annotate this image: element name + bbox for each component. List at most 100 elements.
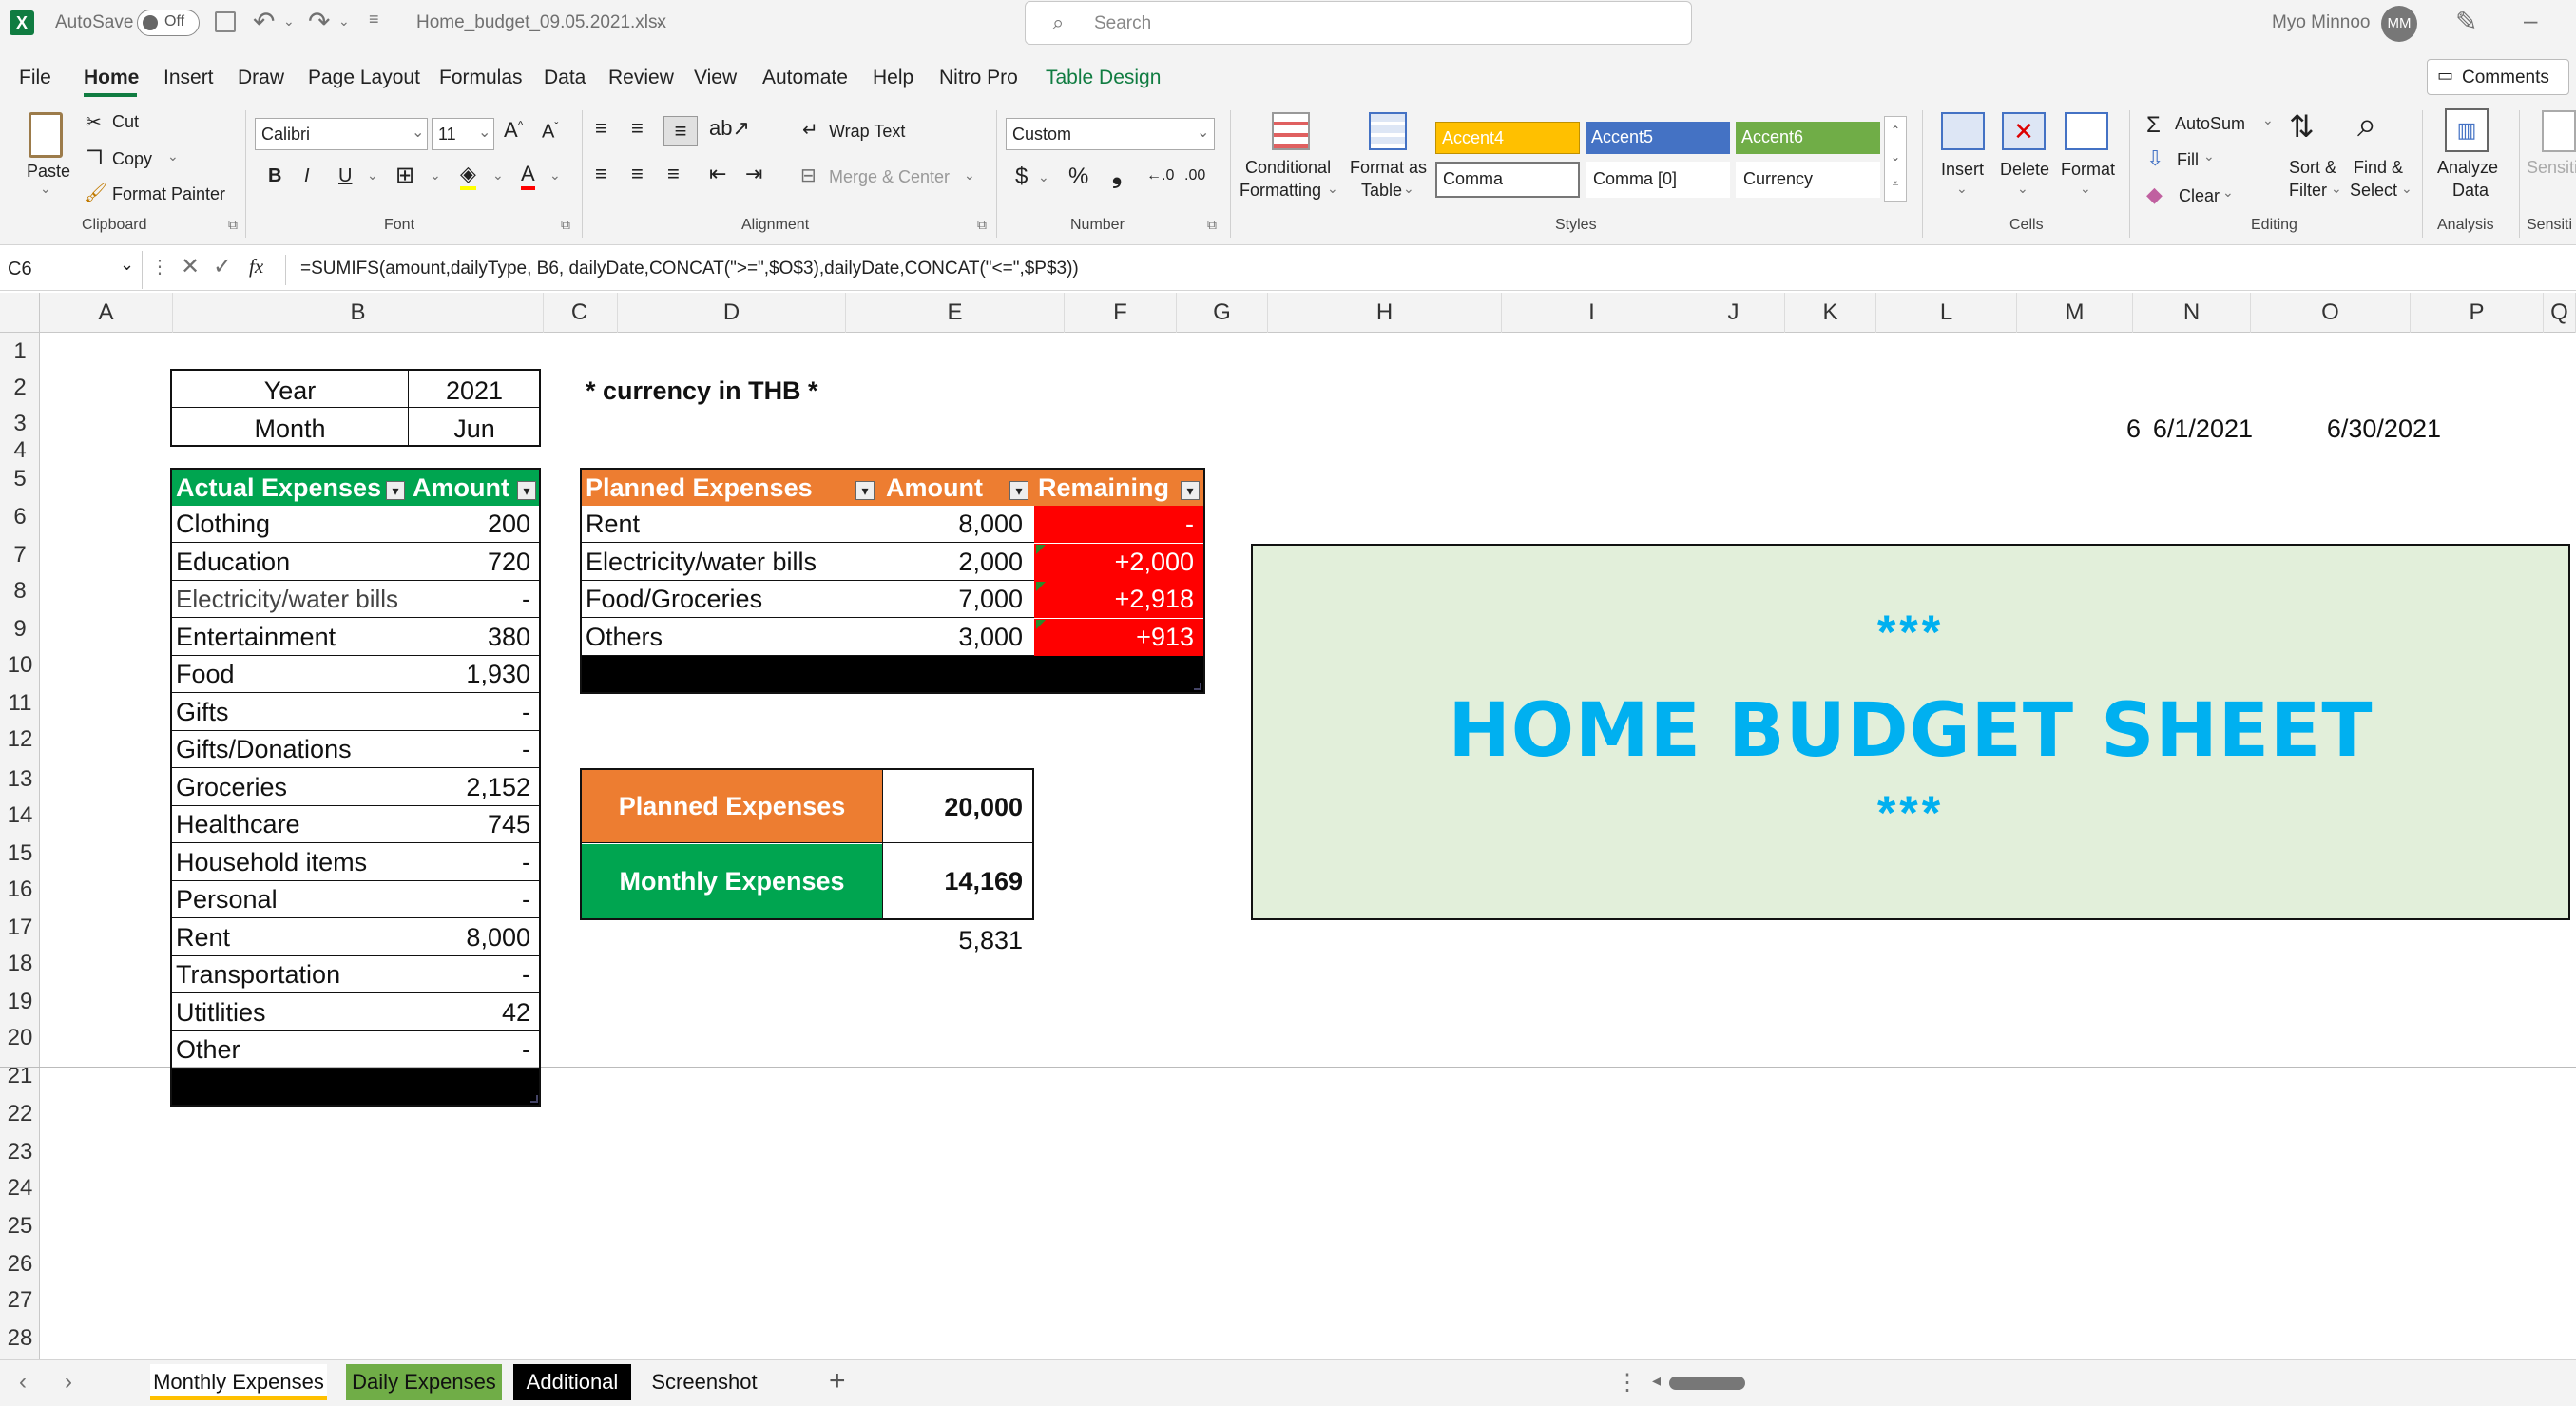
conditional-formatting-label-1[interactable]: Conditional	[1245, 158, 1331, 178]
currency-note[interactable]: * currency in THB *	[586, 373, 818, 409]
currency-chevron-icon[interactable]: ⌄	[1038, 169, 1049, 185]
merge-chevron-icon[interactable]: ⌄	[964, 167, 975, 183]
number-launcher-icon[interactable]: ⧉	[1207, 217, 1217, 233]
year-label[interactable]: Year	[172, 373, 408, 409]
tab-help[interactable]: Help	[873, 67, 913, 89]
planned-amount-cell[interactable]: 8,000	[884, 506, 1023, 542]
planned-filter-category-icon[interactable]: ▾	[855, 481, 875, 500]
row-header-26[interactable]: 26	[0, 1251, 40, 1278]
column-header-e[interactable]: E	[846, 293, 1065, 333]
insert-cells-chevron-icon[interactable]: ⌄	[1956, 181, 1968, 197]
month-value[interactable]: Jun	[409, 411, 540, 447]
row-header-10[interactable]: 10	[0, 652, 40, 679]
sort-filter-label-1[interactable]: Sort &	[2289, 158, 2336, 178]
row-header-1[interactable]: 1	[0, 338, 40, 365]
sheet-tab-daily-expenses[interactable]: Daily Expenses	[346, 1364, 502, 1400]
copy-label[interactable]: Copy	[112, 149, 152, 169]
sheet-tab-monthly-expenses[interactable]: Monthly Expenses	[150, 1364, 327, 1400]
font-size-select[interactable]: 11 ⌄	[432, 118, 494, 150]
delete-cells-label[interactable]: Delete	[2000, 160, 2049, 180]
tab-view[interactable]: View	[694, 67, 737, 89]
row-header-9[interactable]: 9	[0, 616, 40, 643]
planned-category-cell[interactable]: Rent	[586, 506, 640, 542]
undo-dropdown-icon[interactable]: ⌄	[283, 13, 295, 29]
planned-remaining-cell[interactable]: +2,918	[1036, 581, 1194, 617]
actual-amount-cell[interactable]: 745	[409, 806, 530, 842]
clear-chevron-icon[interactable]: ⌄	[2222, 184, 2234, 201]
align-center-icon[interactable]: ≡	[631, 162, 644, 186]
avatar[interactable]: MM	[2381, 6, 2417, 42]
sensitivity-label[interactable]: Sensiti	[2527, 158, 2576, 178]
actual-amount-cell[interactable]: -	[409, 1031, 530, 1068]
align-bottom-icon[interactable]: ≡	[663, 116, 698, 146]
format-as-table-chevron-icon[interactable]: ⌄	[1403, 181, 1414, 197]
planned-amount-cell[interactable]: 2,000	[884, 544, 1023, 580]
conditional-formatting-label-2[interactable]: Formatting	[1240, 181, 1321, 201]
actual-category-cell[interactable]: Utitlities	[176, 994, 266, 1030]
column-header-o[interactable]: O	[2251, 293, 2411, 333]
find-select-label-1[interactable]: Find &	[2354, 158, 2403, 178]
actual-amount-cell[interactable]: -	[409, 844, 530, 880]
file-name[interactable]: Home_budget_09.05.2021.xlsx	[416, 12, 666, 33]
actual-amount-cell[interactable]: -	[409, 956, 530, 992]
align-left-icon[interactable]: ≡	[595, 162, 607, 186]
column-header-q[interactable]: Q	[2544, 293, 2576, 333]
planned-remaining-cell[interactable]: +913	[1036, 619, 1194, 655]
tab-table-design[interactable]: Table Design	[1046, 67, 1161, 89]
merge-center-label[interactable]: Merge & Center	[829, 167, 950, 187]
actual-amount-cell[interactable]: -	[409, 731, 530, 767]
align-right-icon[interactable]: ≡	[667, 162, 680, 186]
tab-data[interactable]: Data	[544, 67, 586, 89]
planned-filter-amount-icon[interactable]: ▾	[1009, 481, 1028, 500]
format-as-table-label-1[interactable]: Format as	[1350, 158, 1427, 178]
actual-resize-handle-icon[interactable]	[530, 1095, 538, 1103]
planned-amount-cell[interactable]: 7,000	[884, 581, 1023, 617]
planned-category-cell[interactable]: Food/Groceries	[586, 581, 762, 617]
delete-cells-chevron-icon[interactable]: ⌄	[2017, 181, 2028, 197]
underline-chevron-icon[interactable]: ⌄	[367, 167, 378, 183]
analyze-data-label-2[interactable]: Data	[2452, 181, 2489, 201]
paste-chevron-icon[interactable]: ⌄	[40, 181, 51, 197]
row-header-4[interactable]: 4	[0, 437, 40, 464]
planned-remaining-cell[interactable]: +2,000	[1036, 544, 1194, 580]
actual-category-cell[interactable]: Rent	[176, 919, 230, 955]
format-as-table-icon[interactable]	[1369, 112, 1407, 150]
customize-qat-icon[interactable]: ≡	[369, 10, 379, 29]
sheet-tab-additional[interactable]: Additional	[513, 1364, 631, 1400]
actual-category-cell[interactable]: Electricity/water bills	[176, 581, 398, 617]
column-header-d[interactable]: D	[618, 293, 846, 333]
align-top-icon[interactable]: ≡	[595, 116, 607, 141]
paste-label[interactable]: Paste	[27, 162, 70, 182]
autosum-icon[interactable]: Σ	[2146, 112, 2161, 139]
cell-n3[interactable]: 6	[1996, 411, 2141, 447]
pen-icon[interactable]: ✎	[2455, 6, 2477, 37]
summary-difference[interactable]: 5,831	[884, 922, 1023, 958]
insert-cells-icon[interactable]	[1941, 112, 1985, 150]
actual-filter-amount-icon[interactable]: ▾	[517, 481, 536, 500]
font-color-icon[interactable]: A	[521, 162, 535, 190]
actual-category-cell[interactable]: Healthcare	[176, 806, 300, 842]
percent-icon[interactable]: %	[1068, 164, 1088, 190]
sheet-tab-screenshot[interactable]: Screenshot	[643, 1364, 766, 1400]
row-header-28[interactable]: 28	[0, 1325, 40, 1352]
actual-header-amount[interactable]: Amount	[413, 470, 509, 506]
actual-amount-cell[interactable]: 1,930	[409, 656, 530, 692]
name-box[interactable]: C6 ⌄	[2, 251, 143, 289]
cut-label[interactable]: Cut	[112, 112, 139, 132]
cancel-formula-icon[interactable]: ✕	[181, 253, 200, 280]
actual-amount-cell[interactable]: 42	[409, 994, 530, 1030]
tab-page-layout[interactable]: Page Layout	[308, 67, 420, 89]
style-accent6[interactable]: Accent6	[1736, 122, 1880, 154]
tab-draw[interactable]: Draw	[238, 67, 284, 89]
column-header-f[interactable]: F	[1065, 293, 1177, 333]
cell-p3[interactable]: 6/30/2021	[2291, 411, 2441, 447]
wrap-text-icon[interactable]: ↵	[802, 118, 818, 142]
tab-insert[interactable]: Insert	[163, 67, 214, 89]
column-header-i[interactable]: I	[1502, 293, 1682, 333]
copy-chevron-icon[interactable]: ⌄	[167, 148, 179, 164]
actual-amount-cell[interactable]: -	[409, 581, 530, 617]
clear-label[interactable]: Clear	[2179, 186, 2220, 206]
conditional-formatting-chevron-icon[interactable]: ⌄	[1327, 181, 1338, 197]
actual-amount-cell[interactable]: -	[409, 881, 530, 917]
paste-icon[interactable]	[29, 112, 63, 158]
